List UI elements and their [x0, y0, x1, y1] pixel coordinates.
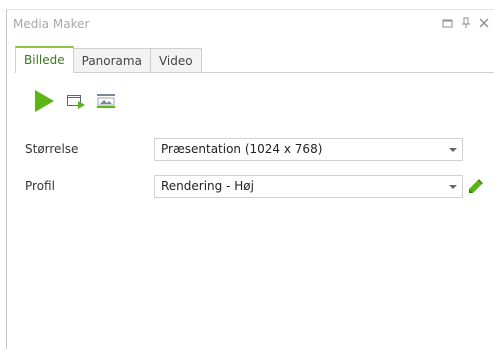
profile-dropdown-value: Rendering - Høj [161, 179, 254, 193]
size-dropdown[interactable]: Præsentation (1024 x 768) [154, 138, 463, 161]
tab-panorama[interactable]: Panorama [72, 48, 151, 73]
pencil-icon[interactable] [467, 177, 485, 195]
image-settings-icon[interactable] [96, 93, 116, 109]
profile-label: Profil [25, 179, 55, 193]
profile-dropdown[interactable]: Rendering - Høj [154, 175, 463, 198]
size-row: Størrelse Præsentation (1024 x 768) [7, 138, 494, 162]
tab-billede[interactable]: Billede [15, 46, 74, 73]
panel-title: Media Maker [13, 17, 90, 31]
toolbar [32, 87, 126, 115]
media-maker-panel: Media Maker Billede Panorama Video Størr… [6, 9, 494, 349]
chevron-down-icon[interactable] [448, 182, 458, 192]
size-label: Størrelse [25, 142, 79, 156]
tab-strip: Billede Panorama Video [15, 46, 202, 73]
restore-icon[interactable] [441, 16, 455, 30]
tab-video[interactable]: Video [149, 48, 202, 73]
tab-divider [15, 72, 494, 73]
play-icon[interactable] [32, 88, 56, 114]
close-icon[interactable] [477, 16, 491, 30]
chevron-down-icon[interactable] [448, 145, 458, 155]
panel-title-bar: Media Maker [7, 10, 494, 36]
profile-row: Profil Rendering - Høj [7, 175, 494, 199]
render-to-window-icon[interactable] [66, 93, 86, 109]
size-dropdown-value: Præsentation (1024 x 768) [161, 142, 323, 156]
pin-icon[interactable] [459, 16, 473, 30]
